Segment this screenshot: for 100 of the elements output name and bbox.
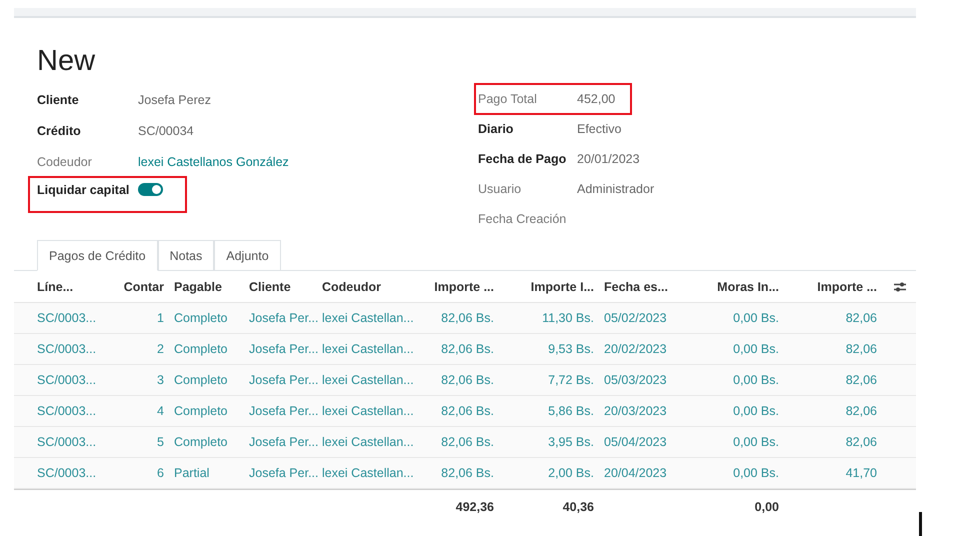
table-cell-text: 2,00 Bs. (547, 466, 595, 480)
field-label: Crédito (37, 124, 82, 138)
table-cell-text: 82,06 Bs. (440, 311, 495, 325)
table-cell-text: SC/0003... (36, 311, 98, 325)
field-value: 20/01/2023 (577, 152, 640, 166)
column-header[interactable]: Pagable (170, 280, 245, 294)
table-cell-text: 82,06 Bs. (440, 342, 495, 356)
table-cell-text: 11,30 Bs. (541, 311, 595, 325)
table-cell-text: Completo (173, 311, 228, 325)
table-cell-text: 82,06 (844, 404, 878, 418)
table-cell-text: 7,72 Bs. (547, 373, 595, 387)
table-cell-text: lexei Castellan... (321, 435, 415, 449)
column-header[interactable]: Fecha es... (600, 280, 690, 294)
form-title: New (37, 44, 96, 78)
table-cell-text: 5 (156, 435, 165, 449)
table-cell-text: 20/02/2023 (603, 342, 668, 356)
column-header[interactable]: Importe I... (500, 280, 600, 294)
table-cell-text: SC/0003... (36, 404, 98, 418)
table-cell-text: 0,00 Bs. (732, 435, 780, 449)
table-cell-text: 82,06 (844, 373, 878, 387)
table-cell-text: Completo (173, 435, 228, 449)
table-cell-text: Josefa Per... (248, 404, 318, 418)
field-value: Administrador (577, 182, 654, 196)
table-cell-text: SC/0003... (36, 435, 98, 449)
table-cell-text: 0,00 Bs. (732, 466, 780, 480)
table-cell-text: lexei Castellan... (321, 404, 415, 418)
field-value: Efectivo (577, 122, 622, 136)
field-label: Fecha Creación (478, 212, 568, 226)
field-label: Codeudor (37, 154, 93, 168)
table-cell-text: 9,53 Bs. (547, 342, 595, 356)
column-header[interactable]: Importe ... (785, 280, 883, 294)
table-cell-text: 20/03/2023 (603, 404, 668, 418)
table-cell-text: 82,06 Bs. (440, 435, 495, 449)
table-cell-text: Josefa Per... (248, 373, 318, 387)
table-cell-text: Completo (173, 342, 228, 356)
field-label: Cliente (37, 92, 80, 106)
table-cell-text: SC/0003... (36, 466, 98, 480)
table-cell-text: Completo (173, 373, 228, 387)
table-cell-text: 82,06 Bs. (440, 404, 495, 418)
table-row[interactable]: SC/0003... 3 Completo Josefa Per... lexei Castellan... 82,06 Bs. 7,72 Bs. 05/03/2023 0,00 Bs. 82,06 (14, 365, 916, 396)
table-row[interactable]: SC/0003... 4 Completo Josefa Per... lexei Castellan... 82,06 Bs. 5,86 Bs. 20/03/2023 0,00 Bs. 82,06 (14, 396, 916, 427)
table-cell-text: 05/04/2023 (603, 435, 668, 449)
table-row[interactable]: SC/0003... 5 Completo Josefa Per... lexei Castellan... 82,06 Bs. 3,95 Bs. 05/04/2023 0,00 Bs. 82,06 (14, 427, 916, 458)
table-cell-text: Josefa Per... (248, 311, 318, 325)
field-label: Diario (478, 122, 514, 136)
table-cell-text: Partial (173, 466, 210, 480)
column-header[interactable]: Cliente (245, 280, 318, 294)
table-row[interactable]: SC/0003... 6 Partial Josefa Per... lexei Castellan... 82,06 Bs. 2,00 Bs. 20/04/2023 0,00 Bs. 41,70 (14, 458, 916, 489)
toggle-switch[interactable] (138, 183, 163, 196)
table-cell-text: lexei Castellan... (321, 373, 415, 387)
table-cell-text: 41,70 (844, 466, 878, 480)
table-cell-text: 0,00 Bs. (732, 342, 780, 356)
column-header[interactable]: Moras In... (690, 280, 785, 294)
field-link[interactable]: lexei Castellanos González (138, 154, 289, 168)
table-cell-text: 6 (156, 466, 165, 480)
table-cell-text: Josefa Per... (248, 466, 318, 480)
table-cell-text: 0,00 Bs. (732, 373, 780, 387)
table-cell-text: 0,00 Bs. (732, 311, 780, 325)
table-cell-text: 4 (156, 404, 165, 418)
table-cell-text: SC/0003... (36, 342, 98, 356)
table-cell-text: 82,06 Bs. (440, 466, 495, 480)
text-cursor (919, 512, 922, 536)
field-value: 452,00 (577, 92, 616, 106)
table-cell-text: 05/03/2023 (603, 373, 668, 387)
table-cell-text: 05/02/2023 (603, 311, 668, 325)
table-cell-text: Completo (173, 404, 228, 418)
table-cell-text: lexei Castellan... (321, 311, 415, 325)
field-label: Pago Total (478, 92, 538, 106)
table-cell-text: 82,06 Bs. (440, 373, 495, 387)
column-header[interactable]: Contar (120, 280, 170, 294)
tab[interactable]: Pagos de Crédito (37, 240, 158, 271)
field-value: SC/00034 (138, 124, 194, 138)
field-label: Fecha de Pago (478, 152, 568, 166)
column-header[interactable]: Codeudor (318, 280, 420, 294)
field-value: Josefa Perez (138, 92, 211, 106)
table-cell-text: Josefa Per... (248, 342, 318, 356)
column-total: 492,36 (456, 500, 494, 514)
table-cell-text: 5,86 Bs. (547, 404, 595, 418)
column-header[interactable]: Importe ... (420, 280, 500, 294)
table-cell-text: 82,06 (844, 435, 878, 449)
table-cell-text: 82,06 (844, 342, 878, 356)
table-row[interactable]: SC/0003... 1 Completo Josefa Per... lexei Castellan... 82,06 Bs. 11,30 Bs. 05/02/2023 0,00 Bs. 82,06 (14, 303, 916, 334)
table-cell-text: 3,95 Bs. (547, 435, 595, 449)
tab[interactable]: Notas (158, 240, 214, 270)
table-cell-text: 3 (156, 373, 165, 387)
table-row[interactable]: SC/0003... 2 Completo Josefa Per... lexei Castellan... 82,06 Bs. 9,53 Bs. 20/02/2023 0,00 Bs. 82,06 (14, 334, 916, 365)
table-cell-text: lexei Castellan... (321, 342, 415, 356)
column-header[interactable]: Líne... (14, 280, 120, 294)
settings-icon[interactable] (892, 280, 906, 292)
column-total: 40,36 (562, 500, 594, 514)
table-cell-text: 1 (156, 311, 165, 325)
table-cell-text: Josefa Per... (248, 435, 318, 449)
table-cell-text: 0,00 Bs. (732, 404, 780, 418)
tab[interactable]: Adjunto (214, 240, 281, 270)
table-cell-text: lexei Castellan... (321, 466, 415, 480)
field-label: Liquidar capital (37, 183, 130, 197)
table-cell-text: 82,06 (844, 311, 878, 325)
table-cell-text: SC/0003... (36, 373, 98, 387)
field-label: Usuario (478, 182, 522, 196)
table-cell-text: 2 (156, 342, 165, 356)
